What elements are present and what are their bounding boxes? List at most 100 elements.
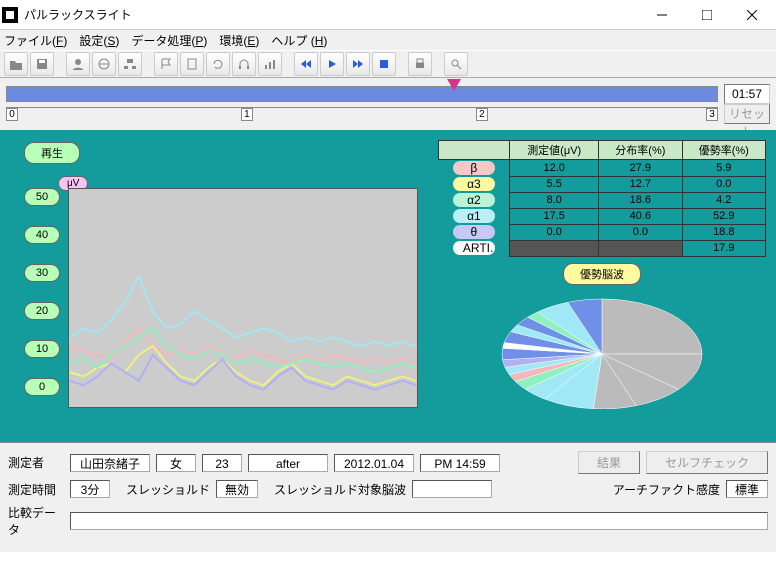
cell xyxy=(599,240,682,256)
forward-button[interactable] xyxy=(346,52,370,76)
menu-help[interactable]: ヘルプ (H) xyxy=(271,32,327,49)
window-title: パルラックスライト xyxy=(24,6,639,23)
cell: 5.5 xyxy=(510,176,599,192)
refresh-icon[interactable] xyxy=(206,52,230,76)
flag-icon[interactable] xyxy=(154,52,178,76)
sex-field: 女 xyxy=(156,454,196,472)
selfcheck-button[interactable]: セルフチェック xyxy=(646,451,768,474)
rewind-button[interactable] xyxy=(294,52,318,76)
date-field: 2012.01.04 xyxy=(334,454,414,472)
cell: 27.9 xyxy=(599,160,682,177)
progress-area: 01:57 0 1 2 3 リセット xyxy=(0,78,776,130)
stop-button[interactable] xyxy=(372,52,396,76)
pie-chart xyxy=(497,289,707,409)
ytick-50: 50 xyxy=(24,188,60,206)
cell: 0.0 xyxy=(510,224,599,240)
page-icon[interactable] xyxy=(180,52,204,76)
cell: 5.9 xyxy=(682,160,765,177)
cell: 12.0 xyxy=(510,160,599,177)
ytick-10: 10 xyxy=(24,340,60,358)
tick-0: 0 xyxy=(6,108,18,121)
threshold-label: スレッショルド xyxy=(126,481,210,498)
cell: 40.6 xyxy=(599,208,682,224)
reset-button[interactable]: リセット xyxy=(724,104,770,124)
measurement-table: 測定値(μV) 分布率(%) 優勢率(%) β12.027.95.9α35.51… xyxy=(438,140,766,257)
search-icon[interactable] xyxy=(444,52,468,76)
headphones-icon[interactable] xyxy=(232,52,256,76)
minimize-button[interactable] xyxy=(639,1,684,29)
threshold-field: 無効 xyxy=(216,480,258,498)
threshold-wave-field xyxy=(412,480,492,498)
ytick-40: 40 xyxy=(24,226,60,244)
cell: 12.7 xyxy=(599,176,682,192)
row-label-ARTI.: ARTI. xyxy=(453,241,495,255)
menu-file[interactable]: ファイル(F) xyxy=(4,32,67,49)
meastime-label: 測定時間 xyxy=(8,481,64,498)
row-label-α2: α2 xyxy=(453,193,495,207)
name-field: 山田奈緒子 xyxy=(70,454,150,472)
artifact-field: 標準 xyxy=(726,480,768,498)
tick-3: 3 xyxy=(706,108,718,121)
open-icon[interactable] xyxy=(4,52,28,76)
globe-icon[interactable] xyxy=(92,52,116,76)
result-button[interactable]: 結果 xyxy=(578,451,640,474)
time-ruler: 0 1 2 3 xyxy=(6,107,718,123)
col-dist: 分布率(%) xyxy=(599,141,682,160)
menubar: ファイル(F) 設定(S) データ処理(P) 環境(E) ヘルプ (H) xyxy=(0,30,776,50)
main-panel: 再生 μV 50 40 30 20 10 0 測定値(μV) 分布率(%) 優勢… xyxy=(0,130,776,442)
ytick-0: 0 xyxy=(24,378,60,396)
row-label-β: β xyxy=(453,161,495,175)
network-icon[interactable] xyxy=(118,52,142,76)
artifact-label: アーチファクト感度 xyxy=(613,481,720,498)
ytick-20: 20 xyxy=(24,302,60,320)
maximize-button[interactable] xyxy=(684,1,729,29)
row-label-α1: α1 xyxy=(453,209,495,223)
app-icon xyxy=(2,7,18,23)
cell: 18.6 xyxy=(599,192,682,208)
cell: 4.2 xyxy=(682,192,765,208)
col-measure: 測定値(μV) xyxy=(510,141,599,160)
cell: 0.0 xyxy=(599,224,682,240)
progress-marker[interactable] xyxy=(447,79,461,91)
row-label-α3: α3 xyxy=(453,177,495,191)
chart-icon[interactable] xyxy=(258,52,282,76)
progress-bar[interactable] xyxy=(6,86,718,102)
play-button[interactable] xyxy=(320,52,344,76)
age-field: 23 xyxy=(202,454,242,472)
y-axis: 50 40 30 20 10 0 xyxy=(24,188,60,396)
measurer-label: 測定者 xyxy=(8,454,64,471)
cell: 18.8 xyxy=(682,224,765,240)
save-icon[interactable] xyxy=(30,52,54,76)
compare-label: 比較データ xyxy=(8,504,64,538)
cell: 17.5 xyxy=(510,208,599,224)
menu-data[interactable]: データ処理(P) xyxy=(131,32,207,49)
user-icon[interactable] xyxy=(66,52,90,76)
time-display: 01:57 xyxy=(724,84,770,104)
col-dominant: 優勢率(%) xyxy=(682,141,765,160)
pie-title: 優勢脳波 xyxy=(438,263,766,285)
play-label: 再生 xyxy=(24,142,80,164)
menu-env[interactable]: 環境(E) xyxy=(219,32,259,49)
compare-field xyxy=(70,512,768,530)
time-field: PM 14:59 xyxy=(420,454,500,472)
tick-2: 2 xyxy=(476,108,488,121)
data-panel: 測定値(μV) 分布率(%) 優勢率(%) β12.027.95.9α35.51… xyxy=(438,140,766,432)
ytick-30: 30 xyxy=(24,264,60,282)
titlebar: パルラックスライト xyxy=(0,0,776,30)
tick-1: 1 xyxy=(241,108,253,121)
print-icon[interactable] xyxy=(408,52,432,76)
cell: 0.0 xyxy=(682,176,765,192)
cell: 8.0 xyxy=(510,192,599,208)
cell: 52.9 xyxy=(682,208,765,224)
info-panel: 測定者 山田奈緒子 女 23 after 2012.01.04 PM 14:59… xyxy=(0,442,776,552)
cell: 17.9 xyxy=(682,240,765,256)
waveform-panel: 再生 μV 50 40 30 20 10 0 xyxy=(10,140,430,432)
menu-settings[interactable]: 設定(S) xyxy=(79,32,119,49)
toolbar xyxy=(0,50,776,78)
threshold-wave-label: スレッショルド対象脳波 xyxy=(274,481,406,498)
waveform-chart xyxy=(68,188,418,408)
row-label-θ: θ xyxy=(453,225,495,239)
phase-field: after xyxy=(248,454,328,472)
cell xyxy=(510,240,599,256)
close-button[interactable] xyxy=(729,1,774,29)
